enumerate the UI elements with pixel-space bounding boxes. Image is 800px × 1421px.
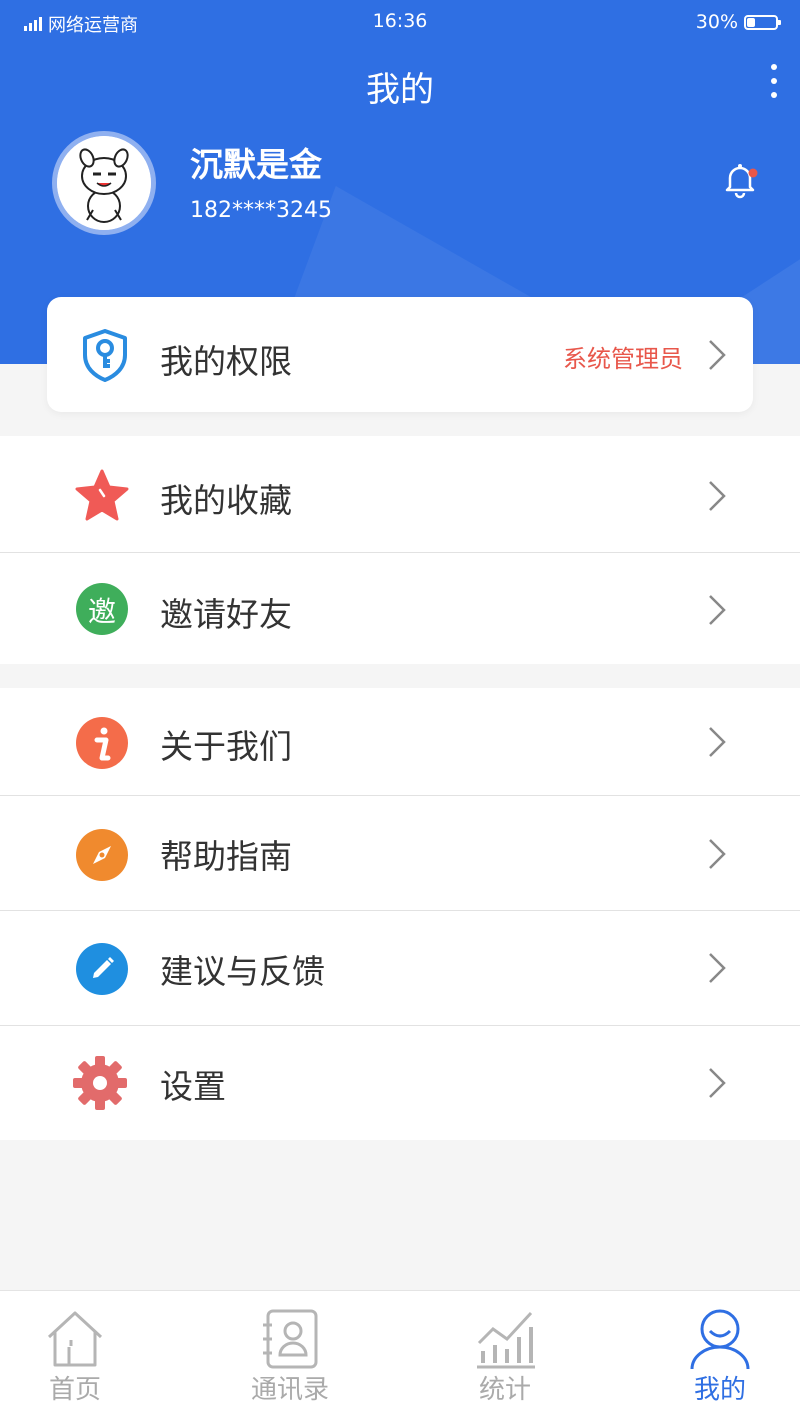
pencil-icon — [74, 941, 130, 997]
menu-item-invite[interactable]: 邀 邀请好友 — [0, 553, 800, 664]
status-time: 16:36 — [372, 10, 428, 32]
menu-item-label: 关于我们 — [160, 727, 292, 766]
avatar[interactable] — [52, 131, 156, 235]
status-bar: 网络运营商 16:36 30% — [0, 0, 800, 44]
chart-icon — [477, 1311, 535, 1369]
menu-item-about[interactable]: 关于我们 — [0, 688, 800, 796]
menu-group-2: 关于我们 帮助指南 建议与反馈 设置 — [0, 688, 800, 1140]
tab-statistics[interactable]: 统计 — [405, 1291, 605, 1421]
invite-icon: 邀 — [74, 581, 130, 637]
permission-value: 系统管理员 — [563, 345, 683, 373]
battery-percent: 30% — [695, 11, 738, 33]
chevron-right-icon — [709, 481, 726, 511]
tab-label: 统计 — [478, 1375, 531, 1405]
phone-number: 182****3245 — [190, 198, 332, 223]
tab-home[interactable]: 首页 — [0, 1291, 175, 1421]
tab-label: 首页 — [48, 1375, 101, 1405]
menu-group-1: 我的收藏 邀 邀请好友 — [0, 436, 800, 664]
star-icon — [74, 467, 130, 523]
bottom-tab-bar: 首页 通讯录 统计 我的 — [0, 1290, 800, 1421]
chevron-right-icon — [709, 839, 726, 869]
shield-key-icon — [77, 327, 133, 383]
menu-item-label: 帮助指南 — [160, 837, 292, 876]
chevron-right-icon — [709, 1068, 726, 1098]
chevron-right-icon — [709, 727, 726, 757]
menu-item-favorites[interactable]: 我的收藏 — [0, 436, 800, 553]
tab-mine[interactable]: 我的 — [620, 1291, 800, 1421]
home-icon — [47, 1311, 103, 1367]
chevron-right-icon — [709, 340, 726, 370]
page-title: 我的 — [366, 70, 434, 110]
menu-item-feedback[interactable]: 建议与反馈 — [0, 911, 800, 1026]
menu-item-label: 设置 — [160, 1067, 226, 1106]
menu-item-settings[interactable]: 设置 — [0, 1026, 800, 1140]
tab-contacts[interactable]: 通讯录 — [190, 1291, 390, 1421]
tab-label: 我的 — [693, 1375, 746, 1405]
chevron-right-icon — [709, 953, 726, 983]
menu-item-label: 邀请好友 — [160, 595, 292, 634]
permission-row[interactable]: 我的权限 系统管理员 — [47, 297, 753, 412]
compass-icon — [74, 827, 130, 883]
bell-icon[interactable] — [720, 160, 760, 200]
chevron-right-icon — [709, 595, 726, 625]
info-icon — [74, 715, 130, 771]
tab-label: 通讯录 — [250, 1375, 329, 1405]
profile-icon — [690, 1309, 750, 1370]
permission-label: 我的权限 — [160, 342, 292, 381]
battery-indicator: 30% — [695, 11, 781, 33]
gear-icon — [72, 1055, 128, 1111]
menu-item-label: 建议与反馈 — [160, 952, 325, 991]
battery-icon — [744, 14, 781, 30]
menu-item-label: 我的收藏 — [160, 481, 292, 520]
more-options-icon[interactable] — [768, 64, 780, 98]
username: 沉默是金 — [190, 145, 322, 184]
contacts-icon — [263, 1309, 318, 1369]
menu-item-help[interactable]: 帮助指南 — [0, 796, 800, 911]
invite-icon-text: 邀 — [87, 595, 116, 628]
